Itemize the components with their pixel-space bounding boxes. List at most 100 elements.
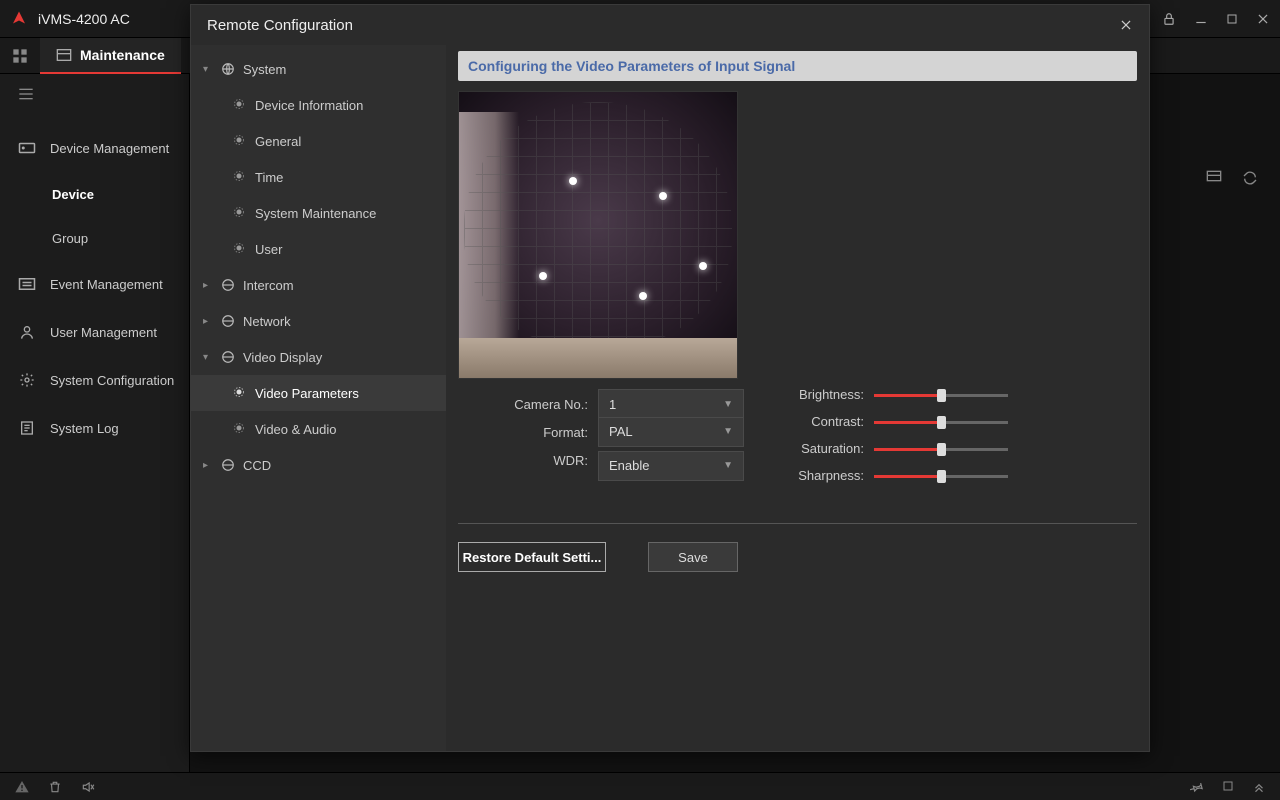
chevron-down-icon: ▼	[723, 460, 733, 471]
tree-label: Video Parameters	[255, 386, 359, 401]
tree-label: Video & Audio	[255, 422, 336, 437]
config-tree: ▾ System Device Information General Time…	[191, 45, 446, 751]
sidebar-sub-group[interactable]: Group	[0, 216, 189, 260]
tree-general[interactable]: General	[191, 123, 446, 159]
tree-label: CCD	[243, 458, 271, 473]
tree-ccd[interactable]: ▸ CCD	[191, 447, 446, 483]
sidebar-sub-device[interactable]: Device	[0, 172, 189, 216]
window-controls: ⎮	[1137, 10, 1270, 27]
node-icon	[233, 242, 247, 256]
mute-icon[interactable]	[80, 780, 96, 794]
apps-grid-icon[interactable]	[0, 48, 40, 64]
sidebar-item-label: User Management	[50, 325, 157, 340]
sidebar-item-label: Device Management	[50, 141, 169, 156]
tree-device-information[interactable]: Device Information	[191, 87, 446, 123]
node-icon	[233, 134, 247, 148]
brightness-slider[interactable]	[874, 388, 1008, 402]
sidebar-item-label: System Configuration	[50, 373, 174, 388]
tree-label: System	[243, 62, 286, 77]
remote-configuration-dialog: Remote Configuration ▾ System Device Inf…	[190, 4, 1150, 752]
node-icon	[233, 98, 247, 112]
tree-video-display[interactable]: ▾ Video Display	[191, 339, 446, 375]
maximize-icon[interactable]	[1226, 13, 1238, 25]
tree-label: Video Display	[243, 350, 322, 365]
sharpness-label: Sharpness:	[784, 468, 864, 483]
saturation-label: Saturation:	[784, 441, 864, 456]
alert-icon[interactable]	[14, 779, 30, 795]
tree-network[interactable]: ▸ Network	[191, 303, 446, 339]
brightness-label: Brightness:	[784, 387, 864, 402]
caret-right-icon: ▸	[203, 316, 213, 327]
tree-label: Device Information	[255, 98, 363, 113]
sidebar-item-label: Device	[52, 187, 94, 202]
sidebar-item-system-log[interactable]: System Log	[0, 404, 189, 452]
trash-icon[interactable]	[48, 780, 62, 794]
pin-icon[interactable]	[1190, 780, 1204, 794]
minimize-icon[interactable]	[1194, 12, 1208, 26]
sidebar-item-label: System Log	[50, 421, 119, 436]
gear-icon	[18, 373, 36, 387]
tree-system[interactable]: ▾ System	[191, 51, 446, 87]
status-bar	[0, 772, 1280, 800]
tree-user[interactable]: User	[191, 231, 446, 267]
tree-system-maintenance[interactable]: System Maintenance	[191, 195, 446, 231]
caret-down-icon: ▾	[203, 352, 213, 363]
sidebar-item-event-management[interactable]: Event Management	[0, 260, 189, 308]
globe-icon	[221, 350, 235, 364]
divider	[458, 523, 1137, 524]
device-management-icon	[18, 141, 36, 155]
caret-right-icon: ▸	[203, 280, 213, 291]
event-management-icon	[18, 277, 36, 291]
sidebar-item-system-configuration[interactable]: System Configuration	[0, 356, 189, 404]
wdr-select[interactable]: Enable ▼	[598, 451, 744, 481]
caret-right-icon: ▸	[203, 460, 213, 471]
globe-icon	[221, 278, 235, 292]
camera-no-label: Camera No.:	[458, 397, 588, 412]
toolbar-behind	[1206, 170, 1258, 186]
card-icon[interactable]	[1206, 170, 1222, 186]
sidebar-item-user-management[interactable]: User Management	[0, 308, 189, 356]
tree-label: User	[255, 242, 282, 257]
dialog-header: Remote Configuration	[191, 5, 1149, 45]
close-icon[interactable]	[1119, 18, 1133, 32]
tree-label: Time	[255, 170, 283, 185]
format-select[interactable]: PAL ▼	[598, 417, 744, 447]
close-icon[interactable]	[1256, 12, 1270, 26]
tree-time[interactable]: Time	[191, 159, 446, 195]
chevron-down-icon: ▼	[723, 426, 733, 437]
sidebar: Device Management Device Group Event Man…	[0, 74, 190, 772]
wdr-label: WDR:	[458, 453, 588, 468]
node-icon	[233, 170, 247, 184]
contrast-slider[interactable]	[874, 415, 1008, 429]
restore-default-button[interactable]: Restore Default Setti...	[458, 542, 606, 572]
tab-maintenance[interactable]: Maintenance	[40, 38, 181, 74]
tree-intercom[interactable]: ▸ Intercom	[191, 267, 446, 303]
window-icon[interactable]	[1222, 780, 1234, 794]
section-title: Configuring the Video Parameters of Inpu…	[458, 51, 1137, 81]
sharpness-slider[interactable]	[874, 469, 1008, 483]
select-value: Enable	[609, 458, 649, 473]
saturation-slider[interactable]	[874, 442, 1008, 456]
dialog-title: Remote Configuration	[207, 17, 353, 34]
node-icon	[233, 206, 247, 220]
caret-down-icon: ▾	[203, 64, 213, 75]
tree-label: General	[255, 134, 301, 149]
expand-icon[interactable]	[1252, 780, 1266, 794]
sidebar-toggle-icon[interactable]	[0, 74, 189, 114]
select-value: 1	[609, 397, 616, 412]
tree-label: Network	[243, 314, 291, 329]
log-icon	[18, 421, 36, 435]
sidebar-item-device-management[interactable]: Device Management	[0, 124, 189, 172]
select-value: PAL	[609, 424, 633, 439]
sidebar-item-label: Event Management	[50, 277, 163, 292]
refresh-icon[interactable]	[1242, 170, 1258, 186]
tree-video-audio[interactable]: Video & Audio	[191, 411, 446, 447]
lock-icon[interactable]	[1162, 12, 1176, 26]
node-icon	[233, 386, 247, 400]
save-button[interactable]: Save	[648, 542, 738, 572]
camera-no-select[interactable]: 1 ▼	[598, 389, 744, 419]
dialog-content: Configuring the Video Parameters of Inpu…	[446, 45, 1149, 751]
globe-icon	[221, 458, 235, 472]
chevron-down-icon: ▼	[723, 399, 733, 410]
tree-video-parameters[interactable]: Video Parameters	[191, 375, 446, 411]
